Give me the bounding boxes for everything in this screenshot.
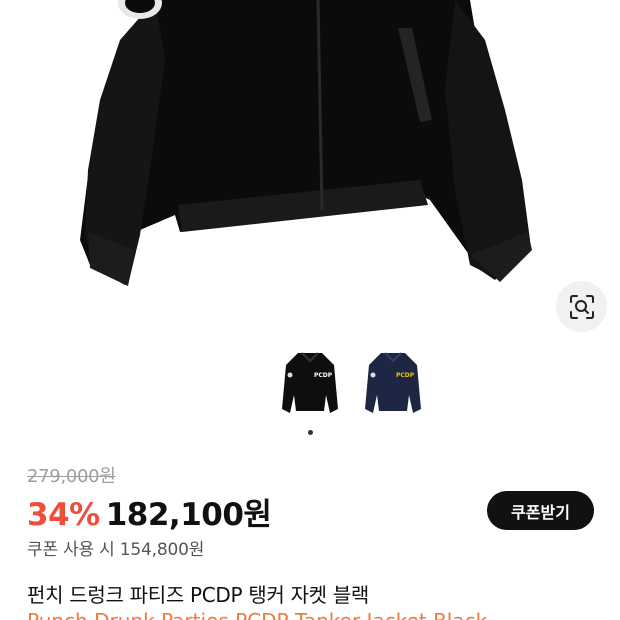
visual-search-icon (569, 294, 594, 319)
carousel-indicator (0, 430, 620, 438)
svg-text:PCDP: PCDP (314, 372, 333, 379)
original-price: 279,000원 (27, 466, 116, 487)
product-title: 펀치 드렁크 파티즈 PCDP 탱커 자켓 블랙 (27, 583, 370, 607)
visual-search-button[interactable] (556, 281, 607, 332)
jacket-image (80, 0, 532, 286)
discount-rate: 34% (27, 497, 100, 533)
get-coupon-button[interactable]: 쿠폰받기 (487, 491, 594, 530)
svg-text:PCDP: PCDP (396, 372, 415, 379)
product-subtitle: Punch Drunk Parties PCDP Tanker Jacket B… (27, 609, 487, 620)
thumbnail-strip: PCDP PCDP (0, 345, 620, 425)
sale-price: 182,100원 (105, 497, 272, 533)
price-row: 34% 182,100원 (27, 489, 272, 533)
carousel-dot-active (307, 430, 313, 435)
product-image[interactable] (0, 0, 620, 340)
thumbnail-navy[interactable]: PCDP (361, 345, 425, 421)
coupon-price: 쿠폰 사용 시 154,800원 (27, 540, 205, 560)
thumbnail-black[interactable]: PCDP (278, 345, 342, 421)
